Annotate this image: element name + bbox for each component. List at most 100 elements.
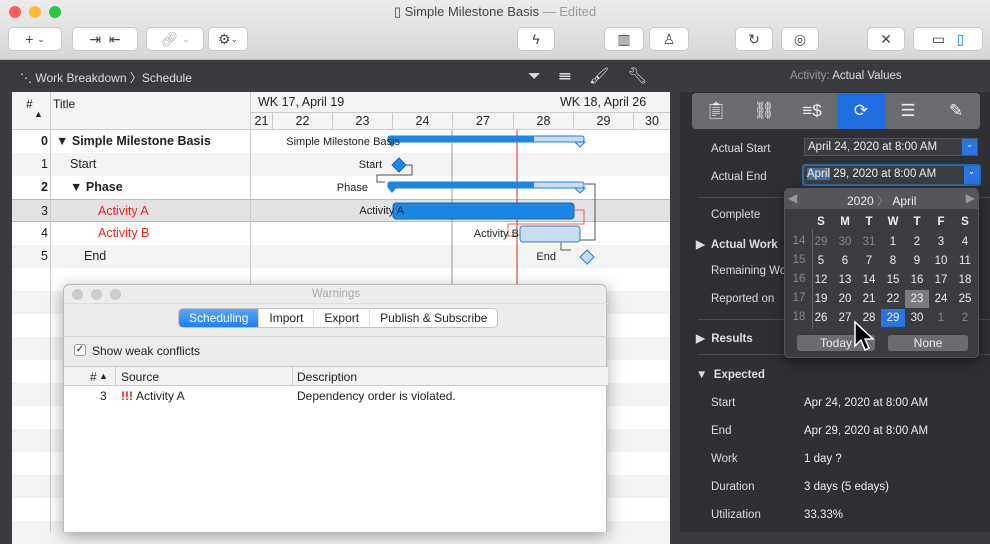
disclosure-triangle-icon[interactable]: ▼ — [56, 134, 72, 148]
link-icon[interactable]: ⛓ — [740, 93, 788, 129]
refresh-button[interactable]: ↻ — [735, 27, 773, 51]
resources-button[interactable]: ♙ — [649, 27, 689, 51]
warning-row[interactable]: 3 !!! Activity A Dependency order is vio… — [64, 389, 606, 407]
calendar-day[interactable]: 11 — [953, 252, 977, 270]
calendar-day[interactable]: 18 — [953, 271, 977, 289]
day-label: 28 — [513, 113, 573, 130]
show-weak-conflicts-checkbox[interactable]: ✓ — [74, 344, 86, 356]
column-header-num[interactable]: # — [26, 97, 33, 111]
publish-button[interactable]: ◎ — [781, 27, 819, 51]
progress-percent-icon[interactable]: ⟳ — [837, 93, 885, 129]
action-button[interactable]: ⚙ ⌄ — [208, 27, 248, 51]
tools-button[interactable]: ✕ — [867, 27, 905, 51]
calendar-day[interactable]: 10 — [929, 252, 953, 270]
calendar-day[interactable]: 5 — [809, 252, 833, 270]
calendar-day[interactable]: 13 — [833, 271, 857, 289]
actual-end-field[interactable]: April 29, 2020 at 8:00 AM ⌄ — [802, 164, 981, 186]
results-disclosure[interactable]: ▶ Results — [696, 331, 753, 345]
actual-work-disclosure[interactable]: ▶ Actual Work — [696, 237, 778, 251]
gantt-style-icon[interactable]: ☰ — [559, 68, 589, 85]
link-button[interactable]: 🔗︎ ⌄ — [146, 27, 204, 51]
cost-icon[interactable]: ≡$ — [788, 93, 836, 129]
actual-start-field[interactable]: April 24, 2020 at 8:00 AM ⌄ — [804, 138, 978, 156]
calendar-day[interactable]: 12 — [809, 271, 833, 289]
calendar-day[interactable]: 15 — [881, 271, 905, 289]
calendar-day[interactable]: 26 — [809, 309, 833, 327]
tab-import[interactable]: Import — [259, 309, 315, 327]
row-title[interactable]: Start — [70, 157, 96, 171]
tab-export[interactable]: Export — [314, 309, 371, 327]
row-title[interactable]: Simple Milestone Basis — [72, 134, 211, 148]
chevron-down-icon[interactable]: ⌄ — [964, 166, 979, 184]
indent-outdent-buttons[interactable]: ⇥ ⇤ — [72, 27, 138, 51]
level-button[interactable]: ϟ — [517, 27, 555, 51]
calendar-day[interactable]: 7 — [857, 252, 881, 270]
calendar-day[interactable]: 1 — [881, 233, 905, 251]
calendar-day[interactable]: 30 — [833, 233, 857, 251]
calendar-day[interactable]: 30 — [905, 309, 929, 327]
row-title[interactable]: Phase — [86, 180, 123, 194]
gantt-bar-label: Simple Milestone Basis — [286, 136, 400, 148]
calendar-day[interactable]: 31 — [857, 233, 881, 251]
pencil-icon[interactable]: ✎ — [932, 93, 980, 129]
calendar-day[interactable]: 22 — [881, 290, 905, 308]
milestone-start[interactable] — [391, 157, 407, 173]
calendar-day[interactable]: 3 — [929, 233, 953, 251]
breadcrumb-schedule[interactable]: Schedule — [142, 71, 192, 85]
bar-simple-milestone-basis[interactable] — [387, 135, 587, 148]
column-header-source[interactable]: Source — [121, 370, 159, 384]
previous-month-icon[interactable]: ◀ — [788, 191, 797, 205]
brush-icon[interactable]: 🖌︎ — [589, 68, 627, 85]
calendar-day[interactable]: 14 — [857, 271, 881, 289]
milestone-end[interactable] — [579, 249, 595, 265]
column-header-title[interactable]: Title — [53, 97, 75, 111]
calendar-day[interactable]: 2 — [905, 233, 929, 251]
calendar-day[interactable]: 19 — [809, 290, 833, 308]
calendar-day[interactable]: 29 — [881, 309, 905, 327]
clipboard-check-icon[interactable]: 📋︎ — [692, 93, 740, 129]
disclosure-triangle-icon[interactable]: ▼ — [70, 180, 86, 194]
tab-publish-subscribe[interactable]: Publish & Subscribe — [370, 309, 497, 327]
wrench-icon[interactable]: 🔧︎ — [627, 68, 665, 85]
calendar-day[interactable]: 1 — [929, 309, 953, 327]
calendar-day[interactable]: 4 — [953, 233, 977, 251]
right-pane-icon[interactable]: ▯ — [957, 31, 965, 48]
row-title[interactable]: Activity B — [98, 226, 149, 240]
calendar-day[interactable]: 17 — [929, 271, 953, 289]
add-button[interactable]: + ⌄ — [8, 27, 62, 51]
year-label[interactable]: 2020 — [847, 194, 874, 208]
calendar-day[interactable]: 8 — [881, 252, 905, 270]
breadcrumb-work-breakdown[interactable]: Work Breakdown — [35, 71, 126, 85]
calendar-day[interactable]: 23 — [905, 290, 929, 308]
chevron-down-icon[interactable]: ⌄ — [962, 139, 977, 155]
column-header-num[interactable]: # — [90, 370, 97, 384]
calendar-day[interactable]: 6 — [833, 252, 857, 270]
expected-disclosure[interactable]: ▼ Expected — [696, 369, 765, 381]
calendar-day[interactable]: 16 — [905, 271, 929, 289]
list-icon[interactable]: ☰ — [884, 93, 932, 129]
week-number: 17 — [792, 292, 806, 304]
calendar-day[interactable]: 20 — [833, 290, 857, 308]
tab-scheduling[interactable]: Scheduling — [179, 309, 260, 327]
calendar-day[interactable]: 24 — [929, 290, 953, 308]
row-title[interactable]: Activity A — [98, 204, 149, 218]
none-button[interactable]: None — [888, 335, 968, 351]
library-button[interactable]: ▥ — [604, 27, 644, 51]
column-header-description[interactable]: Description — [297, 370, 357, 384]
row-title[interactable]: End — [84, 249, 106, 263]
calendar-day[interactable]: 21 — [857, 290, 881, 308]
expected-value: 3 days (5 edays) — [804, 481, 890, 493]
calendar-day[interactable]: 29 — [809, 233, 833, 251]
pane-buttons[interactable]: ▭ ▯ — [913, 27, 983, 51]
bar-activity-a[interactable] — [392, 202, 575, 220]
bar-activity-b[interactable] — [519, 225, 581, 243]
bar-phase[interactable] — [387, 181, 587, 194]
filter-icon[interactable]: ⏷ — [528, 68, 559, 85]
next-month-icon[interactable]: ▶ — [966, 191, 975, 205]
calendar-day[interactable]: 2 — [953, 309, 977, 327]
bottom-pane-icon[interactable]: ▭ — [932, 31, 945, 48]
calendar-day[interactable]: 9 — [905, 252, 929, 270]
calendar-day[interactable]: 25 — [953, 290, 977, 308]
warnings-tabs: Scheduling Import Export Publish & Subsc… — [178, 308, 499, 328]
month-label[interactable]: April — [892, 194, 916, 208]
